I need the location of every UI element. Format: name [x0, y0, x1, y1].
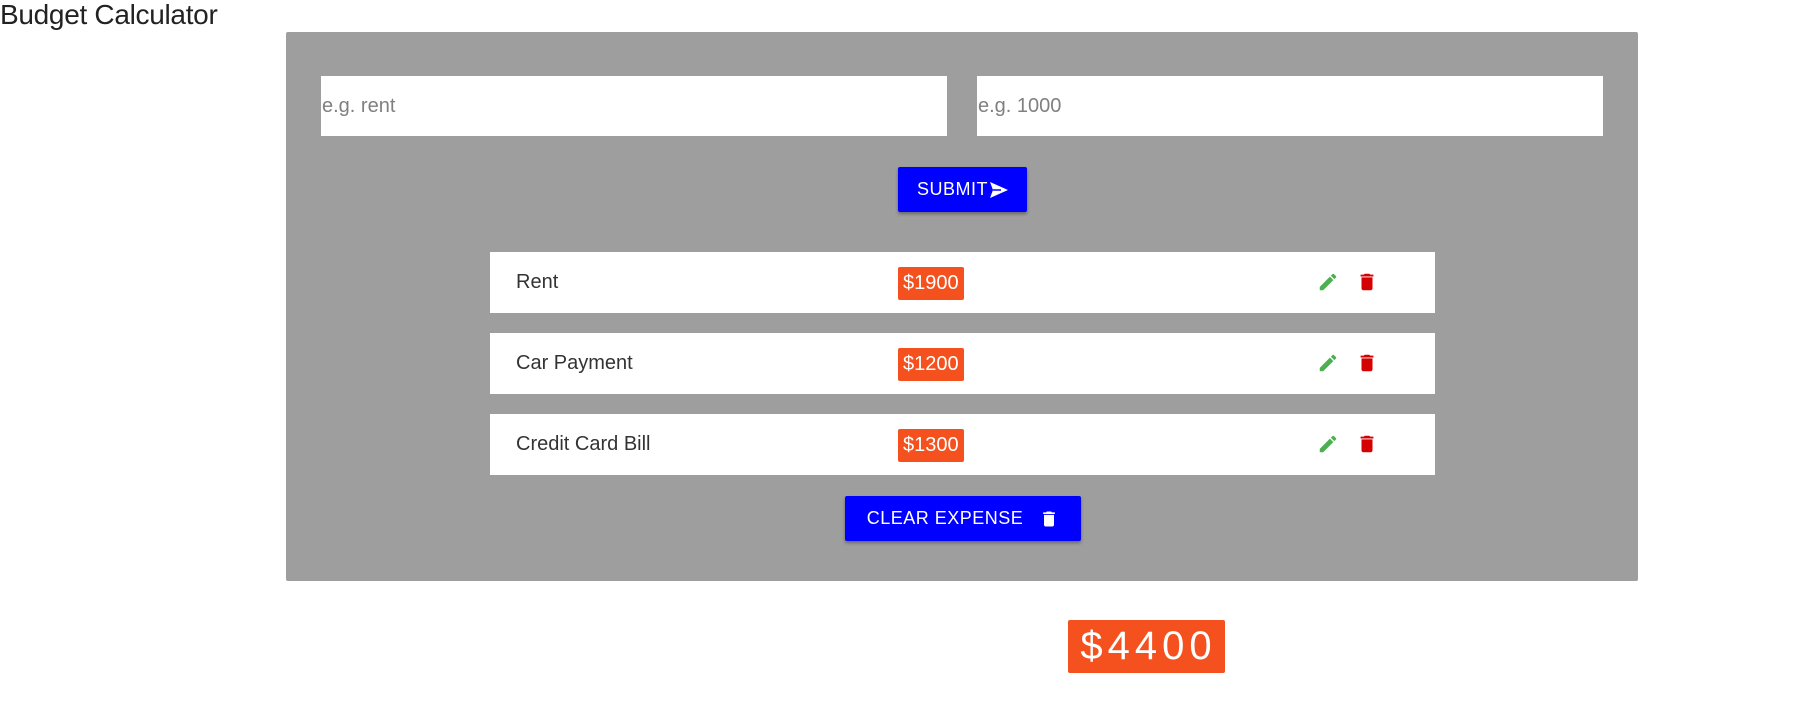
delete-icon	[1356, 433, 1378, 455]
edit-button[interactable]	[1315, 350, 1341, 376]
expense-amount-badge: $1200	[898, 348, 964, 381]
amount-input[interactable]	[977, 76, 1603, 136]
edit-button[interactable]	[1315, 269, 1341, 295]
expense-amount-badge: $1300	[898, 429, 964, 462]
send-icon	[990, 181, 1008, 198]
edit-icon	[1317, 352, 1339, 374]
edit-icon	[1317, 271, 1339, 293]
edit-button[interactable]	[1315, 431, 1341, 457]
budget-panel: SUBMIT Rent $1900	[286, 32, 1638, 581]
expense-amount-badge: $1900	[898, 267, 964, 300]
expense-item: Car Payment $1200	[490, 333, 1435, 394]
expense-name: Credit Card Bill	[516, 433, 651, 455]
expense-name: Rent	[516, 271, 559, 293]
expense-list: Rent $1900 Car Payment $1200 Credit Card…	[490, 252, 1435, 495]
total-amount-badge: $4400	[1068, 620, 1225, 673]
edit-icon	[1317, 433, 1339, 455]
charge-input[interactable]	[321, 76, 947, 136]
page-title: Budget Calculator	[0, 0, 218, 30]
submit-button[interactable]: SUBMIT	[898, 167, 1027, 212]
expense-name: Car Payment	[516, 352, 633, 374]
submit-button-label: SUBMIT	[916, 179, 988, 199]
clear-button-label: CLEAR EXPENSE	[866, 508, 1024, 528]
expense-item: Rent $1900	[490, 252, 1435, 313]
delete-button[interactable]	[1354, 431, 1380, 457]
delete-icon	[1356, 352, 1378, 374]
trash-icon	[1039, 509, 1059, 529]
clear-expenses-button[interactable]: CLEAR EXPENSE	[845, 496, 1081, 541]
delete-button[interactable]	[1354, 269, 1380, 295]
delete-icon	[1356, 271, 1378, 293]
expense-item: Credit Card Bill $1300	[490, 414, 1435, 475]
delete-button[interactable]	[1354, 350, 1380, 376]
